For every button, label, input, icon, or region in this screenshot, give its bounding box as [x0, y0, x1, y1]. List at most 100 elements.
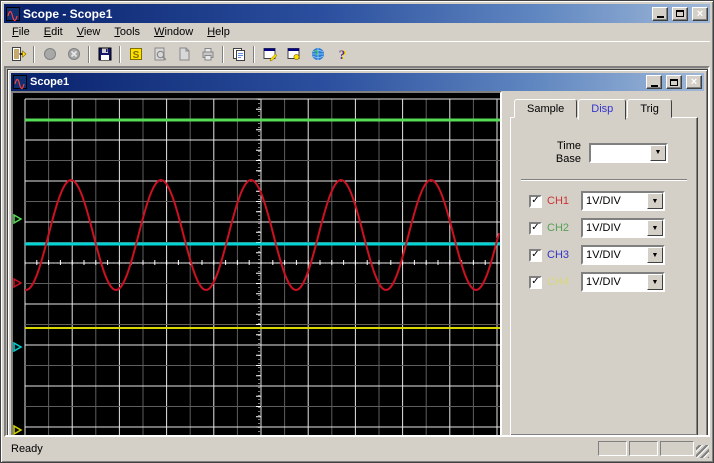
maximize-icon	[676, 10, 684, 17]
options-button[interactable]	[282, 44, 305, 65]
ch3-checkbox[interactable]: ✓	[529, 248, 542, 262]
scope-settings-button[interactable]: S	[124, 44, 147, 65]
page-icon	[179, 47, 189, 61]
ch4-scale-combobox[interactable]: 1V/DIV ▼	[581, 272, 665, 293]
stop-button-disabled	[62, 44, 85, 65]
scope-display[interactable]	[11, 91, 502, 435]
channel-row-3: ✓ CH3 1V/DIV ▼	[529, 245, 687, 266]
save-icon	[98, 47, 111, 61]
main-titlebar: Scope - Scope1 ×	[4, 4, 710, 23]
channel-row-4: ✓ CH4 1V/DIV ▼	[529, 272, 687, 293]
ch4-checkbox[interactable]: ✓	[529, 275, 542, 289]
child-restore-button[interactable]	[666, 75, 682, 89]
menu-help[interactable]: Help	[200, 24, 237, 40]
menu-view[interactable]: View	[70, 24, 108, 40]
menu-tools[interactable]: Tools	[107, 24, 147, 40]
window-title: Scope - Scope1	[23, 6, 113, 21]
menu-file[interactable]: File	[5, 24, 37, 40]
tab-disp[interactable]: Disp	[578, 99, 627, 120]
copy-button[interactable]	[227, 44, 250, 65]
close-icon: ×	[696, 7, 704, 20]
toolbar-separator	[253, 45, 255, 63]
toolbar: S ? ?	[4, 41, 710, 66]
main-window: Scope - Scope1 × File Edit View Tools Wi…	[0, 0, 714, 463]
tab-strip: Sample Disp Trig	[510, 99, 698, 120]
menu-window[interactable]: Window	[147, 24, 200, 40]
web-help-button[interactable]	[306, 44, 329, 65]
mdi-area: Scope1 × Sample Disp Trig Time Base ▼ ✓ …	[4, 66, 710, 437]
chevron-down-icon[interactable]: ▼	[647, 193, 663, 210]
scope-s-icon: S	[129, 48, 142, 61]
child-close-button[interactable]: ×	[686, 75, 702, 89]
print-preview-button-disabled	[148, 44, 171, 65]
status-text: Ready	[11, 442, 43, 455]
print-preview-icon	[154, 47, 166, 61]
context-help-button[interactable]: ? ?	[330, 44, 353, 65]
print-icon	[202, 48, 213, 61]
save-button[interactable]	[93, 44, 116, 65]
channel-row-1: ✓ CH1 1V/DIV ▼	[529, 191, 687, 212]
record-icon	[43, 48, 56, 60]
status-pane	[629, 441, 658, 456]
status-bar: Ready	[4, 437, 710, 459]
status-pane	[660, 441, 694, 456]
child-titlebar: Scope1 ×	[11, 73, 704, 91]
properties-icon	[263, 48, 277, 62]
channel-label-4: CH4	[547, 276, 570, 289]
channel-row-2: ✓ CH2 1V/DIV ▼	[529, 218, 687, 239]
print-button-disabled	[196, 44, 219, 65]
web-help-icon	[311, 48, 324, 60]
status-pane	[598, 441, 627, 456]
time-base-combobox[interactable]: ▼	[589, 142, 668, 163]
minimize-icon	[650, 84, 658, 87]
time-base-label: Time Base	[555, 140, 581, 165]
toolbar-separator	[88, 45, 90, 63]
disp-tab-body: Time Base ▼ ✓ CH1 1V/DIV ▼ ✓ CH2 1V/DIV …	[510, 117, 698, 435]
separator	[521, 179, 687, 182]
channel-label-1: CH1	[547, 195, 570, 208]
maximize-button[interactable]	[672, 6, 688, 21]
ch1-checkbox[interactable]: ✓	[529, 194, 542, 208]
menubar: File Edit View Tools Window Help	[4, 23, 710, 41]
ch3-scale-combobox[interactable]: 1V/DIV ▼	[581, 245, 665, 266]
close-button[interactable]: ×	[692, 6, 708, 21]
copy-icon	[232, 48, 245, 61]
toolbar-separator	[33, 45, 35, 63]
toolbar-separator	[119, 45, 121, 63]
tab-sample[interactable]: Sample	[514, 99, 578, 118]
time-base-value	[591, 145, 650, 161]
restore-icon	[670, 78, 678, 86]
minimize-button[interactable]	[652, 6, 668, 21]
minimize-icon	[656, 16, 664, 18]
child-body: Sample Disp Trig Time Base ▼ ✓ CH1 1V/DI…	[11, 91, 704, 435]
exit-icon	[11, 47, 26, 61]
context-help-icon: ? ?	[338, 47, 346, 62]
chevron-down-icon[interactable]: ▼	[647, 274, 663, 291]
chevron-down-icon[interactable]: ▼	[647, 220, 663, 237]
toolbar-separator	[222, 45, 224, 63]
ch2-scale-value: 1V/DIV	[586, 222, 621, 235]
chevron-down-icon[interactable]: ▼	[647, 247, 663, 264]
menu-edit[interactable]: Edit	[37, 24, 70, 40]
svg-text:?: ?	[338, 47, 345, 62]
options-icon	[287, 48, 299, 60]
page-button-disabled	[172, 44, 195, 65]
ch2-checkbox[interactable]: ✓	[529, 221, 542, 235]
exit-button[interactable]	[7, 44, 30, 65]
ch4-scale-value: 1V/DIV	[586, 276, 621, 289]
properties-button[interactable]	[258, 44, 281, 65]
resize-grip[interactable]	[696, 445, 709, 458]
control-panel: Sample Disp Trig Time Base ▼ ✓ CH1 1V/DI…	[502, 91, 704, 435]
chevron-down-icon[interactable]: ▼	[650, 144, 666, 161]
scope-app-icon	[6, 6, 20, 21]
ch1-scale-value: 1V/DIV	[586, 195, 621, 208]
ch2-scale-combobox[interactable]: 1V/DIV ▼	[581, 218, 665, 239]
ch1-scale-combobox[interactable]: 1V/DIV ▼	[581, 191, 665, 212]
child-minimize-button[interactable]	[646, 75, 662, 89]
close-icon: ×	[690, 76, 698, 88]
ch3-scale-value: 1V/DIV	[586, 249, 621, 262]
time-base-row: Time Base ▼	[543, 140, 687, 165]
scope-canvas	[13, 93, 500, 435]
tab-trig[interactable]: Trig	[627, 99, 672, 118]
scope1-child-window: Scope1 × Sample Disp Trig Time Base ▼ ✓ …	[7, 69, 708, 435]
